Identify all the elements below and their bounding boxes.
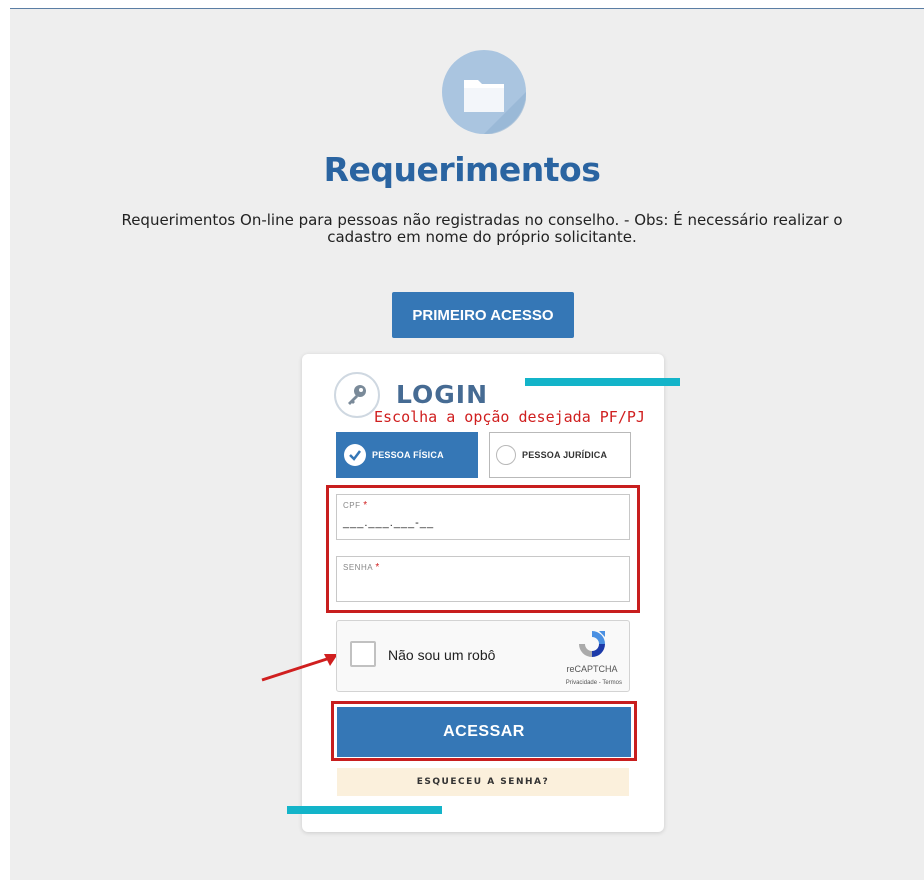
cpf-input-value: ___.___.___-__ bbox=[343, 517, 435, 529]
required-mark: * bbox=[363, 500, 368, 511]
accent-bar-bottom bbox=[287, 806, 442, 814]
pessoa-fisica-option[interactable]: PESSOA FÍSICA bbox=[336, 432, 478, 478]
recaptcha-text: Não sou um robô bbox=[388, 647, 496, 663]
senha-label: SENHA bbox=[343, 563, 373, 572]
senha-field[interactable]: SENHA * bbox=[336, 556, 630, 602]
login-title: LOGIN bbox=[396, 380, 489, 409]
recaptcha-brand: reCAPTCHA bbox=[566, 664, 618, 674]
red-arrow-icon bbox=[261, 654, 338, 682]
cpf-field[interactable]: CPF * ___.___.___-__ bbox=[336, 494, 630, 540]
folder-icon bbox=[442, 50, 526, 134]
check-icon bbox=[344, 444, 366, 466]
cpf-label: CPF bbox=[343, 501, 361, 510]
annotation-text: Escolha a opção desejada PF/PJ bbox=[374, 408, 645, 426]
required-mark: * bbox=[375, 562, 380, 573]
recaptcha-checkbox[interactable] bbox=[350, 641, 376, 667]
primeiro-acesso-button[interactable]: PRIMEIRO ACESSO bbox=[392, 292, 574, 338]
acessar-button[interactable]: ACESSAR bbox=[337, 707, 631, 757]
page-description: Requerimentos On-line para pessoas não r… bbox=[121, 211, 843, 246]
forgot-password-button[interactable]: ESQUECEU A SENHA? bbox=[337, 768, 629, 796]
pessoa-juridica-option[interactable]: PESSOA JURÍDICA bbox=[489, 432, 631, 478]
radio-circle-icon bbox=[496, 445, 516, 465]
recaptcha-links[interactable]: Privacidade - Termos bbox=[540, 680, 622, 686]
accent-bar-top bbox=[525, 378, 680, 386]
recaptcha-logo-icon bbox=[579, 631, 605, 657]
pessoa-juridica-label: PESSOA JURÍDICA bbox=[522, 450, 608, 460]
pessoa-fisica-label: PESSOA FÍSICA bbox=[372, 450, 444, 460]
page-title: Requerimentos bbox=[323, 150, 601, 189]
